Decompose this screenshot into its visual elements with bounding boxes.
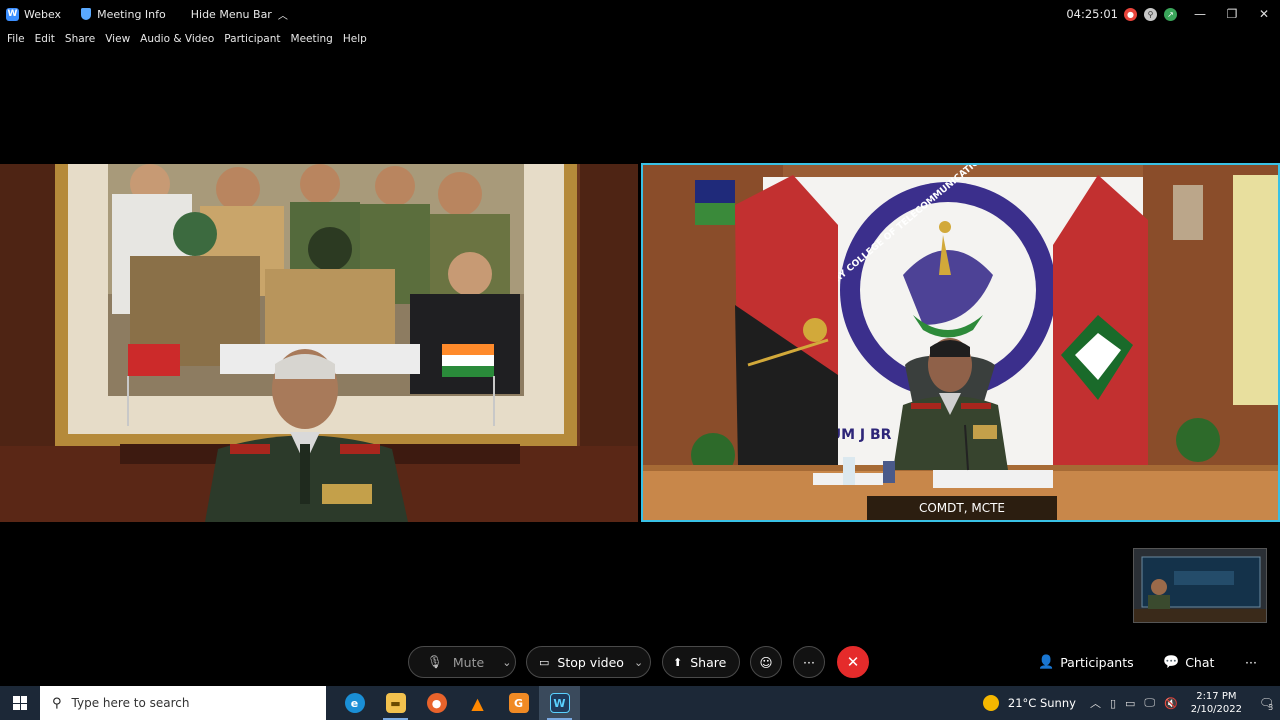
- app-title: W Webex: [6, 0, 61, 28]
- reactions-button[interactable]: ☺: [750, 646, 782, 678]
- chevron-down-icon[interactable]: ⌄: [502, 656, 511, 669]
- webex-window: W Webex Meeting Info Hide Menu Bar ︿ 04:…: [0, 0, 1280, 720]
- meeting-timer: 04:25:01: [1066, 7, 1118, 21]
- menu-view[interactable]: View: [105, 33, 130, 45]
- close-button[interactable]: ✕: [1248, 7, 1280, 21]
- self-view-thumbnail[interactable]: [1133, 548, 1267, 623]
- windows-taskbar: ⚲ Type here to search e ▬ ● ▲ G W 21°C S…: [0, 686, 1280, 720]
- menu-bar: File Edit Share View Audio & Video Parti…: [0, 30, 370, 48]
- camera-icon: ▭: [539, 655, 550, 669]
- maximize-button[interactable]: ❐: [1216, 7, 1248, 21]
- participants-button[interactable]: 👤 Participants: [1038, 646, 1134, 678]
- taskbar-date: 2/10/2022: [1190, 704, 1242, 715]
- taskbar-edge[interactable]: e: [334, 686, 375, 720]
- vlc-cone-icon: ▲: [471, 693, 484, 713]
- chevron-up-icon: ︿: [277, 10, 288, 22]
- ellipsis-icon: ···: [803, 654, 815, 670]
- participant-video-left: [0, 164, 638, 522]
- self-view-video: [1134, 549, 1266, 622]
- chevron-up-icon[interactable]: ︿: [1090, 695, 1101, 711]
- participants-label: Participants: [1060, 654, 1134, 670]
- stop-video-button[interactable]: ▭ Stop video ⌄: [526, 646, 651, 678]
- video-tile-left[interactable]: [0, 164, 638, 522]
- edge-icon: e: [344, 693, 365, 713]
- folder-icon: ▬: [385, 693, 406, 713]
- menu-file[interactable]: File: [7, 33, 25, 45]
- taskbar-time: 2:17 PM: [1196, 691, 1237, 702]
- participant-name-label: COMDT, MCTE: [867, 496, 1057, 520]
- windows-logo-icon: [13, 696, 27, 710]
- meeting-info-label: Meeting Info: [97, 7, 166, 21]
- firefox-icon: ●: [426, 693, 447, 713]
- title-bar: W Webex Meeting Info Hide Menu Bar ︿ 04:…: [0, 0, 1280, 28]
- battery-icon[interactable]: ▭: [1125, 697, 1135, 710]
- clock-date[interactable]: 2:17 PM 2/10/2022: [1191, 690, 1242, 716]
- taskbar-apps: e ▬ ● ▲ G W: [334, 686, 580, 720]
- chevron-down-icon[interactable]: ⌄: [634, 656, 643, 669]
- menu-share[interactable]: Share: [65, 33, 95, 45]
- network-icon[interactable]: 🖵: [1144, 696, 1155, 710]
- device-icon[interactable]: ▯: [1110, 697, 1116, 710]
- weather-text[interactable]: 21°C Sunny: [1008, 696, 1076, 710]
- more-panels-button[interactable]: ···: [1245, 646, 1257, 678]
- taskbar-webex[interactable]: W: [539, 686, 580, 720]
- taskbar-app-orange[interactable]: G: [498, 686, 539, 720]
- search-placeholder: Type here to search: [71, 696, 190, 710]
- volume-muted-icon[interactable]: 🔇: [1164, 697, 1178, 710]
- chat-bubble-icon: 💬: [1163, 654, 1180, 670]
- sun-icon[interactable]: [982, 695, 999, 711]
- share-screen-icon: ⬆: [673, 655, 683, 669]
- share-button[interactable]: ⬆ Share: [662, 646, 740, 678]
- mute-button[interactable]: 🎙 Mute ⌄: [408, 646, 516, 678]
- shield-icon: [81, 8, 92, 20]
- webex-logo-icon: W: [6, 7, 19, 21]
- minimize-button[interactable]: —: [1184, 7, 1216, 21]
- hide-menu-bar-button[interactable]: Hide Menu Bar ︿: [191, 0, 288, 28]
- title-bar-right: 04:25:01 ● ⚲ ↗ — ❐ ✕: [1066, 0, 1280, 28]
- search-icon: ⚲: [52, 695, 62, 711]
- recording-icon[interactable]: ●: [1124, 7, 1137, 21]
- menu-help[interactable]: Help: [343, 33, 367, 45]
- menu-meeting[interactable]: Meeting: [291, 33, 333, 45]
- chat-button[interactable]: 💬 Chat: [1163, 646, 1214, 678]
- hide-menu-bar-label: Hide Menu Bar: [190, 7, 272, 21]
- notification-count: 3: [1268, 702, 1274, 712]
- menu-audio-video[interactable]: Audio & Video: [140, 33, 214, 45]
- menu-participant[interactable]: Participant: [224, 33, 280, 45]
- smiley-icon: ☺: [759, 654, 773, 670]
- taskbar-vlc[interactable]: ▲: [457, 686, 498, 720]
- lock-icon[interactable]: ⚲: [1144, 7, 1157, 21]
- taskbar-firefox[interactable]: ●: [416, 686, 457, 720]
- meeting-info-button[interactable]: Meeting Info: [81, 0, 166, 28]
- end-meeting-button[interactable]: ✕: [837, 646, 869, 678]
- close-icon: ✕: [846, 653, 860, 671]
- mute-label: Mute: [452, 654, 485, 670]
- microphone-icon: 🎙: [427, 654, 443, 669]
- meeting-controls: 🎙 Mute ⌄ ▭ Stop video ⌄ ⬆ Share ☺ ··· ✕ …: [0, 640, 1280, 684]
- share-label: Share: [690, 654, 727, 670]
- participant-video-right: MILITARY COLLEGE OF TELECOMMUNICATION NU…: [643, 165, 1278, 520]
- system-tray: 21°C Sunny ︿ ▯ ▭ 🖵 🔇 2:17 PM 2/10/2022 🗨…: [982, 686, 1280, 720]
- network-health-icon[interactable]: ↗: [1164, 7, 1177, 21]
- app-name: Webex: [24, 7, 62, 21]
- notification-button[interactable]: 🗨 3: [1252, 686, 1280, 720]
- stop-video-label: Stop video: [557, 654, 624, 670]
- taskbar-file-explorer[interactable]: ▬: [375, 686, 416, 720]
- taskbar-search-box[interactable]: ⚲ Type here to search: [40, 686, 326, 720]
- app-g-icon: G: [508, 693, 529, 713]
- ellipsis-icon: ···: [1245, 654, 1257, 670]
- person-icon: 👤: [1038, 654, 1055, 670]
- more-options-button[interactable]: ···: [793, 646, 825, 678]
- webex-icon: W: [549, 693, 570, 713]
- video-tile-right-active-speaker[interactable]: MILITARY COLLEGE OF TELECOMMUNICATION NU…: [641, 163, 1280, 522]
- start-button[interactable]: [0, 686, 40, 720]
- chat-label: Chat: [1185, 654, 1215, 670]
- menu-edit[interactable]: Edit: [35, 33, 55, 45]
